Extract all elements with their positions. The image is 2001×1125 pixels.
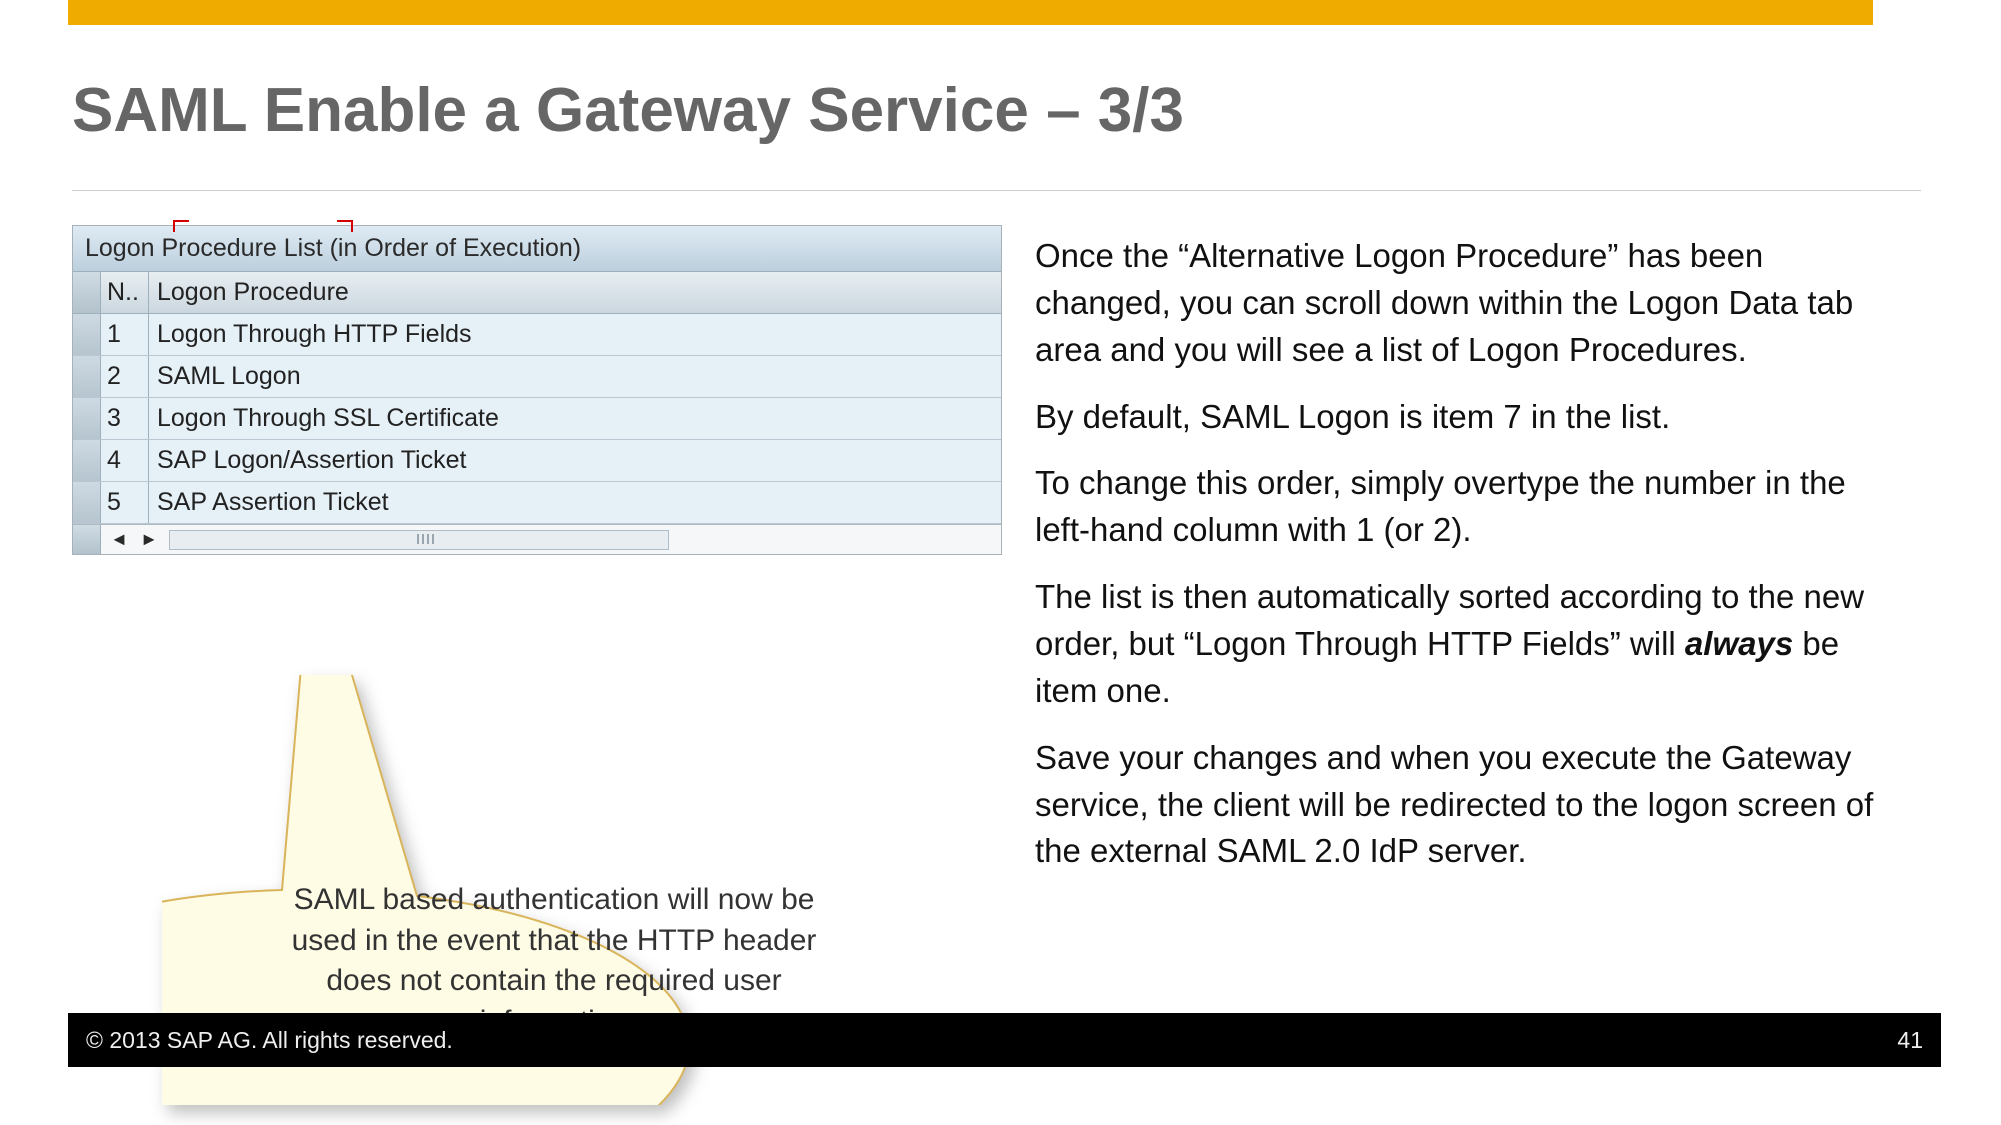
paragraph: To change this order, simply overtype th…	[1035, 460, 1885, 554]
cell-num[interactable]: 1	[101, 314, 149, 355]
scroll-left-icon[interactable]: ◄	[107, 528, 131, 552]
cell-num[interactable]: 4	[101, 440, 149, 481]
row-handle[interactable]	[73, 398, 101, 439]
title-divider	[72, 190, 1921, 191]
paragraph: Once the “Alternative Logon Procedure” h…	[1035, 233, 1885, 374]
screenshot-panel: Logon Procedure List (in Order of Execut…	[72, 225, 1002, 555]
cell-num[interactable]: 2	[101, 356, 149, 397]
paragraph: By default, SAML Logon is item 7 in the …	[1035, 394, 1885, 441]
slide-title: SAML Enable a Gateway Service – 3/3	[72, 75, 1184, 146]
cell-proc[interactable]: SAP Assertion Ticket	[149, 482, 1001, 523]
cell-num[interactable]: 5	[101, 482, 149, 523]
cell-proc[interactable]: Logon Through HTTP Fields	[149, 314, 1001, 355]
col-header-num: N..	[101, 272, 149, 313]
logon-procedure-table: Logon Procedure List (in Order of Execut…	[72, 225, 1002, 555]
row-handle[interactable]	[73, 356, 101, 397]
row-handle	[73, 525, 101, 554]
row-handle	[73, 272, 101, 313]
page-number: 41	[1897, 1027, 1923, 1054]
cell-proc[interactable]: Logon Through SSL Certificate	[149, 398, 1001, 439]
copyright-text: © 2013 SAP AG. All rights reserved.	[86, 1027, 453, 1054]
row-handle[interactable]	[73, 314, 101, 355]
edit-bracket-icon	[173, 220, 353, 226]
scroll-right-icon[interactable]: ►	[137, 528, 161, 552]
table-row[interactable]: 3 Logon Through SSL Certificate	[73, 398, 1001, 440]
cell-proc[interactable]: SAP Logon/Assertion Ticket	[149, 440, 1001, 481]
scroll-thumb[interactable]	[395, 534, 455, 546]
horizontal-scrollbar[interactable]: ◄ ►	[73, 524, 1001, 554]
table-header-row: N.. Logon Procedure	[73, 272, 1001, 314]
table-row[interactable]: 1 Logon Through HTTP Fields	[73, 314, 1001, 356]
table-row[interactable]: 2 SAML Logon	[73, 356, 1001, 398]
table-row[interactable]: 4 SAP Logon/Assertion Ticket	[73, 440, 1001, 482]
slide-footer: © 2013 SAP AG. All rights reserved. 41	[68, 1013, 1941, 1067]
brand-accent-bar	[68, 0, 1873, 25]
cell-num[interactable]: 3	[101, 398, 149, 439]
row-handle[interactable]	[73, 482, 101, 523]
col-header-proc: Logon Procedure	[149, 272, 1001, 313]
cell-proc[interactable]: SAML Logon	[149, 356, 1001, 397]
emphasis-always: always	[1685, 625, 1793, 662]
paragraph: The list is then automatically sorted ac…	[1035, 574, 1885, 715]
table-row[interactable]: 5 SAP Assertion Ticket	[73, 482, 1001, 524]
scroll-track[interactable]	[169, 530, 669, 550]
paragraph: Save your changes and when you execute t…	[1035, 735, 1885, 876]
explanation-text: Once the “Alternative Logon Procedure” h…	[1035, 233, 1885, 895]
table-title: Logon Procedure List (in Order of Execut…	[73, 226, 1001, 272]
row-handle[interactable]	[73, 440, 101, 481]
